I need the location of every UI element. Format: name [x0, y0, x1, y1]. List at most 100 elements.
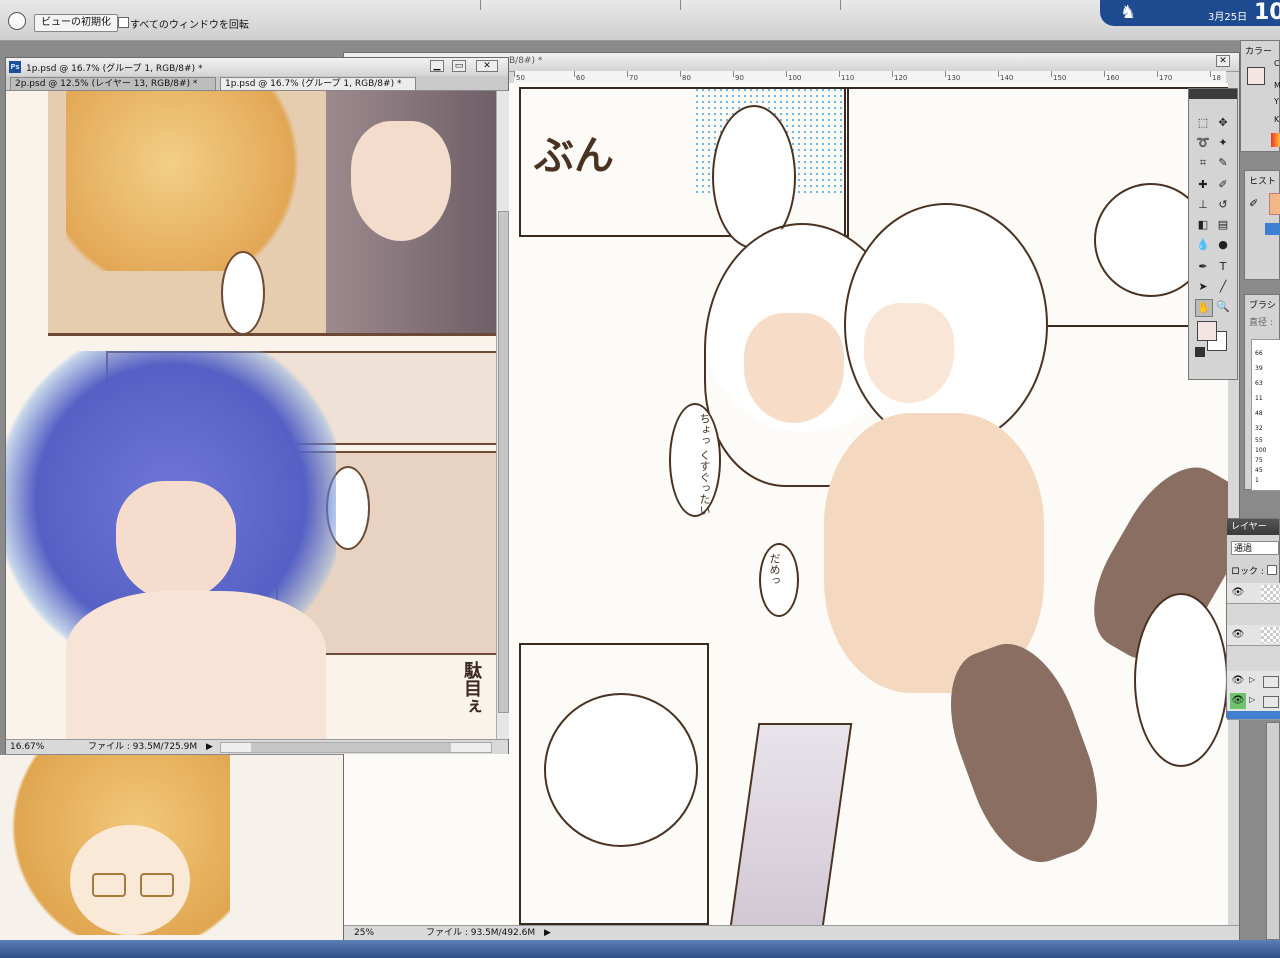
canvas-color[interactable]: 駄目ぇ [6, 91, 496, 739]
channel-k: K [1274, 115, 1280, 124]
layer-thumbnail [1261, 585, 1280, 601]
character-face-art [744, 313, 844, 423]
reset-view-button[interactable]: ビューの初期化 [34, 14, 118, 32]
layer-row[interactable]: 👁 [1227, 625, 1280, 646]
layer-group-row-selected[interactable] [1227, 711, 1280, 720]
character-small-art [544, 693, 698, 847]
clock-date: 3月25日 [1208, 12, 1248, 23]
text-panel-stub [1266, 722, 1280, 940]
scroll-thumb[interactable] [498, 211, 509, 713]
gradient-icon[interactable]: ▤ [1215, 217, 1231, 233]
brush-size[interactable]: 75 [1255, 457, 1263, 464]
background-artwork [0, 755, 345, 958]
eye-icon[interactable]: 👁 [1230, 693, 1246, 709]
lasso-icon[interactable]: ➰ [1195, 135, 1211, 151]
stamp-icon[interactable]: ⊥ [1195, 197, 1211, 213]
eraser-icon[interactable]: ◧ [1195, 217, 1211, 233]
brush-panel: ブラシ 直径 : 66 39 63 11 48 32 55 100 75 45 … [1244, 294, 1280, 491]
blend-mode-select[interactable]: 通過 [1231, 541, 1279, 555]
ruler-number: 90 [735, 74, 744, 82]
scroll-thumb[interactable] [251, 743, 451, 752]
history-item-selected[interactable] [1265, 223, 1280, 235]
history-brush-icon[interactable]: ✐ [1249, 197, 1258, 210]
layer-row[interactable]: 👁 [1227, 583, 1280, 604]
layers-panel: レイヤー 通過 ロック : 👁 👁 👁 ▷ 👁 ▷ [1226, 518, 1280, 720]
brush-size[interactable]: 48 [1255, 410, 1263, 417]
ruler-number: 130 [947, 74, 961, 82]
line-icon[interactable]: ╱ [1215, 279, 1231, 295]
brush-size[interactable]: 32 [1255, 425, 1263, 432]
document-window-front[interactable]: Ps 1p.psd @ 16.7% (グループ 1, RGB/8#) * ▁ ▭… [5, 57, 509, 754]
magic-wand-icon[interactable]: ✦ [1215, 135, 1231, 151]
rotate-all-windows-checkbox[interactable] [118, 17, 129, 28]
body-art [66, 591, 326, 739]
color-spectrum-bar[interactable] [1271, 133, 1280, 147]
layer-thumbnail [1261, 627, 1280, 643]
scrollbar-horizontal[interactable] [220, 742, 492, 753]
close-icon[interactable]: ✕ [1216, 55, 1230, 67]
status-arrow-icon[interactable]: ▶ [206, 740, 213, 754]
sfx-block-art [729, 723, 853, 925]
file-info: ファイル : 93.5M/492.6M [426, 928, 536, 938]
rotate-all-windows-label: すべてのウィンドウを回転 [130, 20, 249, 31]
color-swatch[interactable] [1247, 67, 1265, 85]
layer-group-row[interactable]: 👁 ▷ [1227, 691, 1280, 712]
eyedropper-icon[interactable]: ✎ [1215, 155, 1231, 171]
tab-1p[interactable]: 1p.psd @ 16.7% (グループ 1, RGB/8#) * [220, 77, 416, 90]
brush-size[interactable]: 66 [1255, 350, 1263, 357]
options-bar: ビューの初期化 すべてのウィンドウを回転 [0, 0, 1280, 41]
tab-2p[interactable]: 2p.psd @ 12.5% (レイヤー 13, RGB/8#) * [10, 77, 216, 90]
taskbar-strip [0, 940, 1280, 958]
brush-size[interactable]: 63 [1255, 380, 1263, 387]
minimize-icon[interactable]: ▁ [430, 60, 444, 72]
marquee-icon[interactable]: ⬚ [1195, 115, 1211, 131]
brush-size[interactable]: 11 [1255, 395, 1263, 402]
options-separator [480, 0, 481, 10]
channel-m: M [1274, 81, 1280, 90]
hand-icon[interactable]: ✋ [1195, 299, 1213, 317]
ruler-number: 70 [629, 74, 638, 82]
maximize-icon[interactable]: ▭ [452, 60, 466, 72]
expand-triangle-icon[interactable]: ▷ [1249, 695, 1255, 704]
lock-transparency-checkbox[interactable] [1267, 565, 1277, 575]
eye-icon[interactable]: 👁 [1230, 627, 1246, 643]
brush-icon[interactable]: ✐ [1215, 177, 1231, 193]
close-icon[interactable]: ✕ [476, 60, 498, 72]
layer-group-row[interactable]: 👁 ▷ [1227, 671, 1280, 692]
zoom-level[interactable]: 25% [354, 926, 374, 940]
options-separator [680, 0, 681, 10]
panel-grip[interactable] [1189, 89, 1237, 99]
type-icon[interactable]: T [1215, 259, 1231, 275]
ruler-number: 100 [788, 74, 802, 82]
channel-y: Y [1274, 97, 1279, 106]
glasses-art [92, 873, 126, 897]
eye-icon[interactable]: 👁 [1230, 585, 1246, 601]
ruler-number: 50 [516, 74, 525, 82]
rotate-view-icon[interactable] [8, 12, 26, 30]
foreground-color-swatch[interactable] [1197, 321, 1217, 341]
move-icon[interactable]: ✥ [1215, 115, 1231, 131]
brush-size[interactable]: 1 [1255, 477, 1259, 484]
title-bar[interactable]: Ps 1p.psd @ 16.7% (グループ 1, RGB/8#) * ▁ ▭… [6, 58, 508, 77]
brush-size[interactable]: 100 [1255, 447, 1266, 454]
path-select-icon[interactable]: ➤ [1195, 279, 1211, 295]
status-arrow-icon[interactable]: ▶ [544, 926, 551, 940]
dodge-icon[interactable]: ● [1215, 237, 1231, 253]
eye-icon[interactable]: 👁 [1230, 673, 1246, 689]
zoom-level[interactable]: 16.67% [10, 740, 44, 754]
expand-triangle-icon[interactable]: ▷ [1249, 675, 1255, 684]
zoom-icon[interactable]: 🔍 [1215, 299, 1231, 315]
blur-icon[interactable]: 💧 [1195, 237, 1211, 253]
history-snapshot[interactable] [1269, 193, 1280, 215]
scrollbar-vertical[interactable] [496, 91, 509, 739]
crop-icon[interactable]: ⌗ [1195, 155, 1211, 171]
brush-size[interactable]: 55 [1255, 437, 1263, 444]
tools-panel: ⬚ ✥ ➰ ✦ ⌗ ✎ ✚ ✐ ⊥ ↺ ◧ ▤ 💧 ● ✒ T ➤ ╱ ✋ 🔍 [1188, 88, 1238, 380]
quick-mask-icon[interactable] [1195, 347, 1205, 357]
brush-size[interactable]: 39 [1255, 365, 1263, 372]
pen-icon[interactable]: ✒ [1195, 259, 1211, 275]
healing-icon[interactable]: ✚ [1195, 177, 1211, 193]
brush-size[interactable]: 45 [1255, 467, 1263, 474]
history-brush-icon[interactable]: ↺ [1215, 197, 1231, 213]
panel-title: レイヤー [1227, 519, 1279, 535]
